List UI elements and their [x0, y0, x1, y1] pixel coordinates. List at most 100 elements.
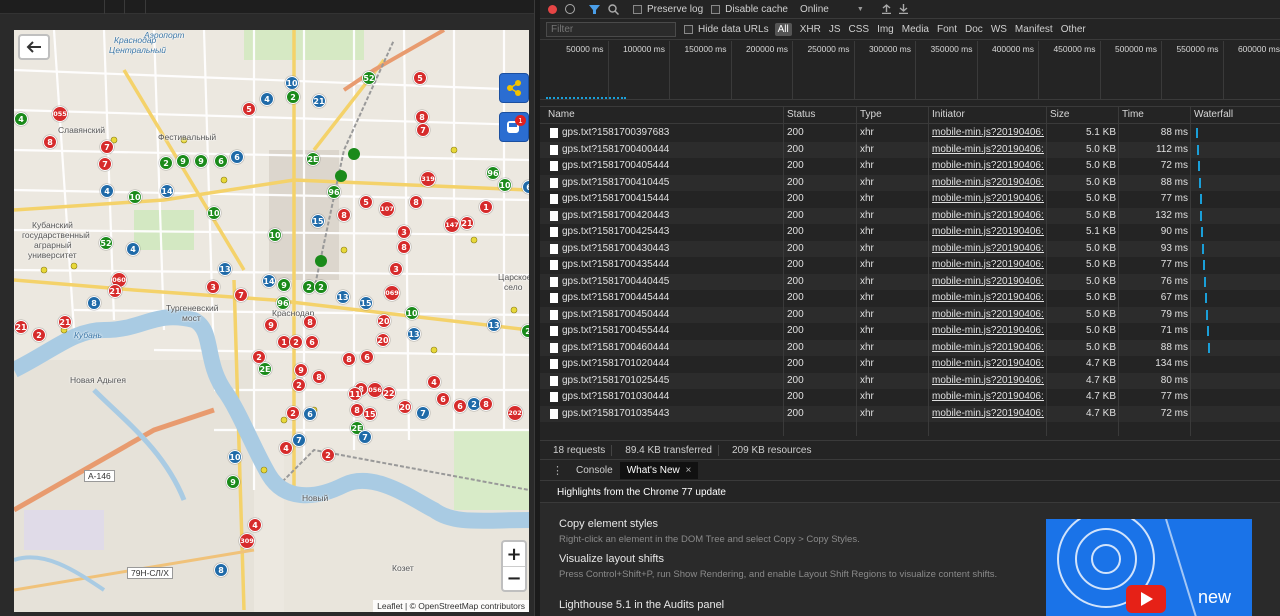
vehicle-marker-blue[interactable]: 6: [522, 180, 529, 194]
vehicle-marker-red[interactable]: 8: [342, 352, 356, 366]
vehicle-marker-blue[interactable]: 8: [214, 563, 228, 577]
vehicle-marker-blue[interactable]: 13: [487, 318, 501, 332]
vehicle-marker-blue[interactable]: 15: [311, 214, 325, 228]
vehicle-marker-red[interactable]: 147: [444, 217, 460, 233]
cell-name[interactable]: gps.txt?1581700445444: [562, 292, 782, 303]
cell-name[interactable]: gps.txt?1581700397683: [562, 127, 782, 138]
vehicle-marker-red[interactable]: 2: [32, 328, 46, 342]
throttling-select[interactable]: Online ▼: [800, 4, 864, 15]
cell-name[interactable]: gps.txt?1581700405444: [562, 160, 782, 171]
vehicle-marker-green[interactable]: 10: [405, 306, 419, 320]
column-header-status[interactable]: Status: [787, 109, 815, 120]
tab-console[interactable]: Console: [569, 462, 620, 479]
cell-name[interactable]: gps.txt?1581700415444: [562, 193, 782, 204]
cell-name[interactable]: gps.txt?1581701020444: [562, 358, 782, 369]
cell-initiator[interactable]: mobile-min.js?20190406:4: [932, 292, 1044, 303]
layers-button[interactable]: [499, 73, 529, 103]
vehicle-marker-red[interactable]: 22: [382, 386, 396, 400]
vehicle-marker-red[interactable]: 9: [264, 318, 278, 332]
vehicle-marker-red[interactable]: 6: [305, 335, 319, 349]
column-divider[interactable]: [783, 106, 784, 436]
search-button[interactable]: [608, 3, 619, 15]
vehicle-marker-red[interactable]: 7: [98, 157, 112, 171]
column-divider[interactable]: [1118, 106, 1119, 436]
vehicle-marker-green[interactable]: 96: [486, 166, 500, 180]
vehicle-marker-blue[interactable]: 4: [126, 242, 140, 256]
import-har-button[interactable]: [881, 4, 891, 14]
vehicle-marker-red[interactable]: 21: [58, 315, 72, 329]
vehicle-marker-blue[interactable]: 8: [87, 296, 101, 310]
vehicle-marker-green[interactable]: 2: [286, 90, 300, 104]
feature-title[interactable]: Visualize layout shifts: [559, 553, 664, 565]
vehicle-marker-green[interactable]: 10: [498, 178, 512, 192]
vehicle-marker-red[interactable]: 319: [420, 171, 436, 187]
filter-type-other[interactable]: Other: [1061, 24, 1086, 35]
more-vertical-icon[interactable]: ⋮: [540, 464, 569, 477]
column-divider[interactable]: [1190, 106, 1191, 436]
cell-initiator[interactable]: mobile-min.js?20190406:4: [932, 342, 1044, 353]
routes-button[interactable]: 1: [499, 112, 529, 142]
map-attribution[interactable]: Leaflet | © OpenStreetMap contributors: [373, 600, 529, 612]
cell-name[interactable]: gps.txt?1581700460444: [562, 342, 782, 353]
close-icon[interactable]: ×: [686, 465, 692, 476]
column-divider[interactable]: [1046, 106, 1047, 436]
table-row[interactable]: gps.txt?1581700410445 200 xhr mobile-min.js…: [540, 174, 1280, 191]
table-row[interactable]: gps.txt?1581700445444 200 xhr mobile-min.js…: [540, 290, 1280, 307]
vehicle-marker-green[interactable]: 52: [362, 71, 376, 85]
back-button[interactable]: [18, 34, 50, 60]
vehicle-marker-red[interactable]: 8: [43, 135, 57, 149]
column-header-waterfall[interactable]: Waterfall: [1194, 109, 1233, 120]
filter-type-font[interactable]: Font: [937, 24, 957, 35]
vehicle-marker-red[interactable]: 6: [360, 350, 374, 364]
column-header-time[interactable]: Time: [1122, 109, 1144, 120]
vehicle-marker-red[interactable]: 4: [427, 375, 441, 389]
table-row[interactable]: gps.txt?1581701020444 200 xhr mobile-min.js…: [540, 356, 1280, 373]
whats-new-video-thumbnail[interactable]: new: [1046, 519, 1252, 616]
vehicle-marker-red[interactable]: 7: [234, 288, 248, 302]
vehicle-marker-green[interactable]: 96: [327, 185, 341, 199]
cell-name[interactable]: gps.txt?1581701035443: [562, 408, 782, 419]
cell-initiator[interactable]: mobile-min.js?20190406:4: [932, 325, 1044, 336]
table-row[interactable]: gps.txt?1581700460444 200 xhr mobile-min.js…: [540, 339, 1280, 356]
vehicle-marker-green[interactable]: 10: [207, 206, 221, 220]
vehicle-marker-red[interactable]: 8: [350, 403, 364, 417]
vehicle-marker-red[interactable]: 20: [398, 400, 412, 414]
vehicle-marker-blue[interactable]: 21: [312, 94, 326, 108]
preserve-log-checkbox[interactable]: Preserve log: [633, 4, 703, 15]
vehicle-marker-red[interactable]: 20: [377, 314, 391, 328]
vehicle-marker-red[interactable]: 202: [507, 405, 523, 421]
vehicle-marker-blue[interactable]: 10: [228, 450, 242, 464]
vehicle-marker-green[interactable]: 9: [226, 475, 240, 489]
vehicle-marker-red[interactable]: 055: [52, 106, 68, 122]
cell-initiator[interactable]: mobile-min.js?20190406:4: [932, 160, 1044, 171]
filter-type-doc[interactable]: Doc: [965, 24, 983, 35]
table-row[interactable]: gps.txt?1581700425443 200 xhr mobile-min.js…: [540, 224, 1280, 241]
vehicle-marker-blue[interactable]: 4: [100, 184, 114, 198]
table-row[interactable]: gps.txt?1581700420443 200 xhr mobile-min.js…: [540, 207, 1280, 224]
cell-initiator[interactable]: mobile-min.js?20190406:4: [932, 391, 1044, 402]
cell-initiator[interactable]: mobile-min.js?20190406:4: [932, 243, 1044, 254]
zoom-out-button[interactable]: −: [503, 566, 525, 590]
hide-data-urls-checkbox[interactable]: Hide data URLs: [684, 24, 769, 35]
vehicle-marker-blue[interactable]: 10: [285, 76, 299, 90]
vehicle-marker-red[interactable]: 3: [389, 262, 403, 276]
map[interactable]: Кубанский государственный аграрный универси…: [14, 30, 529, 612]
table-row[interactable]: gps.txt?1581701025445 200 xhr mobile-min.js…: [540, 372, 1280, 389]
filter-type-css[interactable]: CSS: [849, 24, 870, 35]
cell-name[interactable]: gps.txt?1581701025445: [562, 375, 782, 386]
filter-type-ws[interactable]: WS: [991, 24, 1007, 35]
table-row[interactable]: gps.txt?1581700450444 200 xhr mobile-min.js…: [540, 306, 1280, 323]
vehicle-marker-red[interactable]: 309: [239, 533, 255, 549]
filter-type-media[interactable]: Media: [902, 24, 929, 35]
vehicle-marker-red[interactable]: 069: [384, 285, 400, 301]
vehicle-marker-red[interactable]: 21: [108, 284, 122, 298]
cell-initiator[interactable]: mobile-min.js?20190406:4: [932, 226, 1044, 237]
vehicle-marker-green[interactable]: 2: [521, 324, 529, 338]
vehicle-marker-red[interactable]: 21: [14, 320, 28, 334]
feature-title[interactable]: Copy element styles: [559, 518, 658, 530]
cell-initiator[interactable]: mobile-min.js?20190406:4: [932, 193, 1044, 204]
vehicle-marker-blue[interactable]: 13: [336, 290, 350, 304]
vehicle-marker-blue[interactable]: 4: [260, 92, 274, 106]
vehicle-marker-red[interactable]: 8: [479, 397, 493, 411]
filter-type-xhr[interactable]: XHR: [800, 24, 821, 35]
